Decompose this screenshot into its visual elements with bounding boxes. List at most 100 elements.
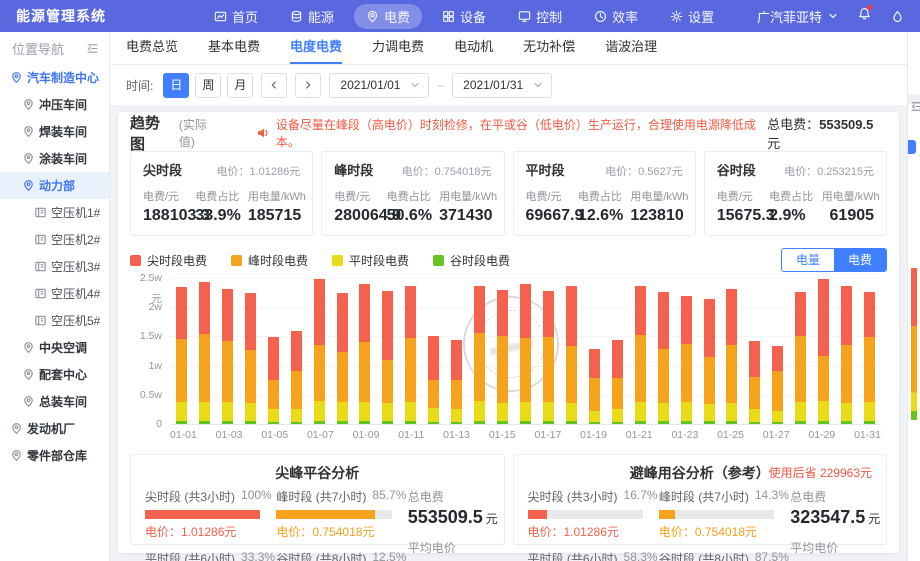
period-name: 尖时段 bbox=[143, 160, 182, 179]
x-axis-label: 01-15 bbox=[489, 429, 516, 441]
sidebar-item[interactable]: 涂装车间 bbox=[0, 145, 109, 172]
bar-segment bbox=[749, 422, 760, 424]
sidebar-item[interactable]: 焊装车间 bbox=[0, 118, 109, 145]
sidebar-item[interactable]: 空压机2# bbox=[0, 226, 109, 253]
sidebar-item[interactable]: 零件部仓库 bbox=[0, 442, 109, 469]
metric-value: 50.6% bbox=[387, 207, 439, 225]
bar-segment bbox=[612, 378, 623, 409]
stacked-bar[interactable] bbox=[772, 346, 783, 424]
stacked-bar[interactable] bbox=[245, 293, 256, 424]
stacked-bar[interactable] bbox=[635, 286, 646, 424]
efficiency-icon bbox=[594, 10, 607, 23]
metric-label: 用电量/kWh bbox=[630, 188, 682, 204]
legend-item[interactable]: 尖时段电费 bbox=[130, 252, 207, 269]
legend-item[interactable]: 平时段电费 bbox=[332, 252, 409, 269]
stacked-bar[interactable] bbox=[704, 299, 715, 424]
stacked-bar[interactable] bbox=[291, 331, 302, 424]
stacked-bar[interactable] bbox=[566, 286, 577, 424]
toggle-电费[interactable]: 电费 bbox=[834, 249, 886, 271]
stacked-bar[interactable] bbox=[268, 337, 279, 424]
stacked-bar[interactable] bbox=[795, 292, 806, 424]
nav-item-device[interactable]: 设备 bbox=[430, 4, 498, 29]
bar-segment bbox=[658, 292, 669, 349]
period-price: 电价：0.5627元 bbox=[605, 163, 683, 179]
stacked-bar[interactable] bbox=[176, 287, 187, 424]
sidebar-item[interactable]: 空压机4# bbox=[0, 280, 109, 307]
sidebar-item[interactable]: 配套中心 bbox=[0, 361, 109, 388]
stacked-bar[interactable] bbox=[405, 286, 416, 424]
tab-力调电费[interactable]: 力调电费 bbox=[372, 36, 424, 64]
sidebar-item[interactable]: 空压机1# bbox=[0, 199, 109, 226]
sidebar-item[interactable]: 中央空调 bbox=[0, 334, 109, 361]
stacked-bar[interactable] bbox=[314, 279, 325, 424]
sidebar-item[interactable]: 空压机3# bbox=[0, 253, 109, 280]
company-selector[interactable]: 广汽菲亚特 bbox=[757, 7, 838, 26]
stacked-bar[interactable] bbox=[681, 296, 692, 424]
tab-无功补偿[interactable]: 无功补偿 bbox=[523, 36, 575, 64]
nav-item-efficiency[interactable]: 效率 bbox=[582, 4, 650, 29]
tab-电费总览[interactable]: 电费总览 bbox=[126, 36, 178, 64]
announcement-text: 设备尽量在峰段（高电价）时刻检修，在平或谷（低电价）生产运行，合理使用电源降低成… bbox=[276, 116, 767, 150]
sidebar-item[interactable]: 总装车间 bbox=[0, 388, 109, 415]
next-period-button[interactable] bbox=[295, 73, 321, 98]
sidebar-item[interactable]: 空压机5# bbox=[0, 307, 109, 334]
sidebar-item[interactable]: 发动机厂 bbox=[0, 415, 109, 442]
stacked-bar[interactable] bbox=[382, 291, 393, 424]
period-card-header: 尖时段电价：1.01286元 bbox=[143, 160, 300, 179]
announcement: 设备尽量在峰段（高电价）时刻检修，在平或谷（低电价）生产运行，合理使用电源降低成… bbox=[256, 116, 767, 150]
stacked-bar[interactable] bbox=[612, 340, 623, 424]
stacked-bar[interactable] bbox=[658, 292, 669, 424]
end-date-picker[interactable]: 2021/01/31 bbox=[452, 73, 552, 98]
fee-tabs: 电费总览 基本电费 电度电费 力调电费 电动机 无功补偿 谐波治理 bbox=[110, 32, 907, 65]
stacked-bar[interactable] bbox=[818, 279, 829, 424]
stacked-bar[interactable] bbox=[222, 289, 233, 424]
stacked-bar[interactable] bbox=[451, 340, 462, 424]
mode-button[interactable]: 日 bbox=[163, 73, 189, 98]
collapse-sidebar-icon[interactable] bbox=[86, 42, 99, 55]
tab-基本电费[interactable]: 基本电费 bbox=[208, 36, 260, 64]
legend-item[interactable]: 谷时段电费 bbox=[433, 252, 510, 269]
stacked-bar[interactable] bbox=[841, 286, 852, 424]
stacked-bar[interactable] bbox=[543, 291, 554, 424]
start-date-picker[interactable]: 2021/01/01 bbox=[329, 73, 429, 98]
sidebar-item[interactable]: 冲压车间 bbox=[0, 91, 109, 118]
mode-button[interactable]: 周 bbox=[195, 73, 221, 98]
nav-item-home[interactable]: 首页 bbox=[202, 4, 270, 29]
toggle-电量[interactable]: 电量 bbox=[782, 249, 834, 271]
stacked-bar[interactable] bbox=[337, 293, 348, 424]
stacked-bar[interactable] bbox=[497, 290, 508, 424]
nav-item-energy[interactable]: 能源 bbox=[278, 4, 346, 29]
bar-segment bbox=[864, 402, 875, 421]
location-pin-icon bbox=[22, 98, 35, 111]
location-pin-icon bbox=[22, 179, 35, 192]
prev-period-button[interactable] bbox=[261, 73, 287, 98]
bar-segment bbox=[589, 349, 600, 378]
stacked-bar[interactable] bbox=[520, 284, 531, 424]
bar-segment bbox=[566, 403, 577, 421]
nav-item-fee[interactable]: 电费 bbox=[354, 4, 422, 29]
mode-button[interactable]: 月 bbox=[227, 73, 253, 98]
stacked-bar[interactable] bbox=[749, 341, 760, 424]
nav-item-control[interactable]: 控制 bbox=[506, 4, 574, 29]
stacked-bar[interactable] bbox=[726, 289, 737, 424]
stacked-bar[interactable] bbox=[199, 282, 210, 424]
bars-area bbox=[170, 278, 881, 424]
legend-item[interactable]: 峰时段电费 bbox=[231, 252, 308, 269]
stacked-bar[interactable] bbox=[474, 286, 485, 424]
nav-item-settings[interactable]: 设置 bbox=[658, 4, 726, 29]
tab-谐波治理[interactable]: 谐波治理 bbox=[605, 36, 657, 64]
sidebar-item[interactable]: 汽车制造中心 bbox=[0, 64, 109, 91]
water-drop-icon[interactable] bbox=[891, 10, 904, 23]
chevron-down-icon bbox=[410, 80, 420, 90]
stacked-bar[interactable] bbox=[864, 292, 875, 424]
sidebar-item[interactable]: 动力部 bbox=[0, 172, 109, 199]
stacked-bar[interactable] bbox=[589, 349, 600, 424]
tab-电度电费[interactable]: 电度电费 bbox=[290, 36, 342, 64]
notification-bell-button[interactable] bbox=[858, 7, 871, 25]
stacked-bar[interactable] bbox=[428, 336, 439, 424]
progress-label-row: 尖时段 (共3小时)100% bbox=[145, 488, 260, 505]
tab-电动机[interactable]: 电动机 bbox=[454, 36, 493, 64]
legend-label: 峰时段电费 bbox=[248, 252, 308, 269]
stacked-bar[interactable] bbox=[359, 284, 370, 424]
summary-unit: 元 bbox=[868, 512, 880, 526]
